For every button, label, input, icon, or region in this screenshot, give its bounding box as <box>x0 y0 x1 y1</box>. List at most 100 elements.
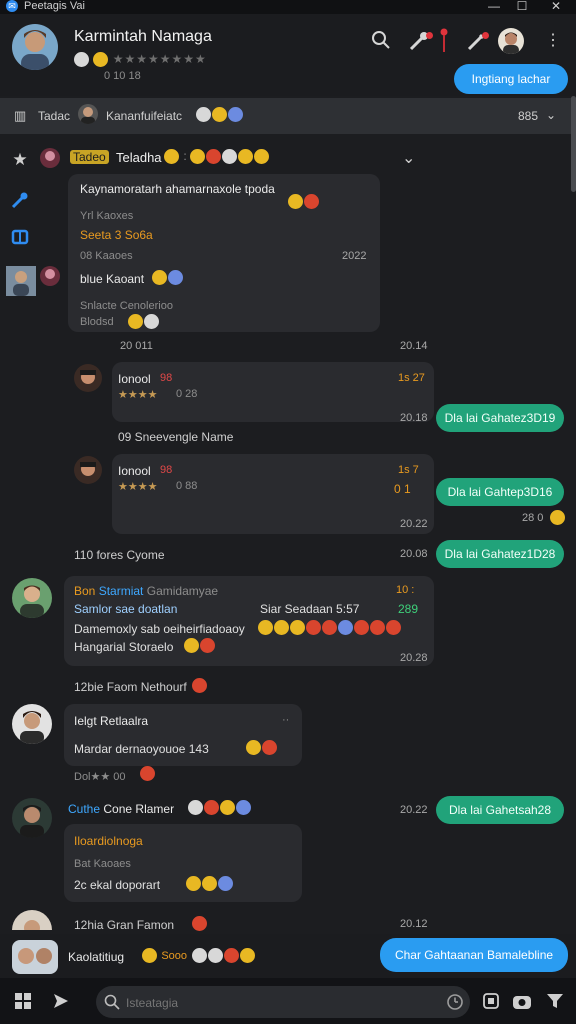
caption: 09 Sneevengle Name <box>118 430 234 444</box>
contact-name[interactable]: Kaolatitiug <box>68 950 124 964</box>
reply-bubble[interactable]: Ionool 98 ★★★★ 0 28 1s 27 20.18 <box>112 362 434 424</box>
sender-avatar[interactable] <box>12 798 52 838</box>
columns-icon[interactable]: ▥ <box>14 108 26 124</box>
bookmark-icon[interactable] <box>8 228 32 252</box>
reply-meta: 98 <box>160 372 173 384</box>
reply-stars: ★★★★ <box>118 389 158 401</box>
smile-icon <box>93 52 109 68</box>
notification-badge-2 <box>482 32 489 39</box>
reply-time: 20.18 <box>400 412 428 424</box>
search-icon[interactable] <box>370 30 392 52</box>
grid-icon[interactable] <box>14 992 32 1010</box>
contact-thumb[interactable] <box>6 266 36 296</box>
chat-header: Karmintah Namaga ★★★★★★★★ 0 10 18 ⋮ Ingt… <box>0 14 576 96</box>
contact-avatar[interactable] <box>12 940 58 974</box>
message-line: Yrl Kaoxes <box>80 210 134 222</box>
subbar-center-label[interactable]: Kananfuifeiatc <box>106 109 182 123</box>
reaction-icon <box>140 766 155 782</box>
reply-tag: 1s 27 <box>398 372 425 384</box>
rich-reactions <box>258 620 402 636</box>
reply-line: Bat Kaoaes <box>74 858 131 870</box>
minimize-button[interactable]: — <box>484 0 504 13</box>
sender-avatar[interactable] <box>12 910 52 930</box>
message-line: 08 Kaaoes <box>80 250 133 262</box>
search-bar[interactable] <box>96 986 470 1018</box>
pin-icon[interactable] <box>440 28 448 54</box>
subbar-left-label[interactable]: Tadac <box>38 109 70 123</box>
message-bubble[interactable]: Kaynamoratarh ahamarnaxole tpoda Yrl Kao… <box>68 174 380 332</box>
window-titlebar: ✉ Peetagis Vai — ☐ ✕ <box>0 0 576 14</box>
rich-tag: Bon <box>74 584 96 598</box>
contact-reactions <box>192 948 256 964</box>
mic-icon[interactable] <box>8 190 32 214</box>
reply-sender: Cuthe <box>68 802 101 816</box>
message-code: Seeta 3 So6a <box>80 228 153 242</box>
window-title: Peetagis Vai <box>24 0 85 12</box>
reply-body: Mardar dernaoyouoe 143 <box>74 742 209 756</box>
globe-icon <box>74 52 89 68</box>
star-icon[interactable]: ★ <box>8 148 32 172</box>
filter-icon[interactable] <box>546 992 564 1010</box>
reply-code: 0 1 <box>394 482 411 496</box>
rating-stars: ★★★★★★★★ <box>112 52 207 66</box>
chevron-down-icon[interactable]: ⌄ <box>546 108 556 122</box>
search-input[interactable] <box>124 992 438 1014</box>
subbar-right-label: 885 <box>518 109 539 123</box>
conversation-subbar: ▥ Tadac Kananfuifeiatc 885 ⌄ <box>0 98 576 134</box>
rich-line: Damemoxly sab oeiheirfiadoaoy <box>74 622 245 636</box>
reply-bubble[interactable]: Iloardiolnoga Bat Kaoaes 2c ekal doporar… <box>64 824 302 902</box>
group-avatar[interactable] <box>40 148 60 168</box>
more-icon[interactable]: ·· <box>282 714 289 726</box>
camera-icon[interactable] <box>512 992 532 1010</box>
scrollbar[interactable] <box>571 96 576 192</box>
rich-subtitle: Gamidamyae <box>146 584 219 598</box>
send-icon[interactable] <box>52 992 70 1010</box>
header-action-button[interactable]: Ingtiang lachar <box>454 64 568 94</box>
contact-avatar[interactable] <box>12 24 58 70</box>
message-reactions <box>128 314 160 330</box>
reaction-icon <box>550 510 565 526</box>
sent-message[interactable]: Dla lai Gahatez3D19 <box>436 404 564 432</box>
chat-action-button[interactable]: Char Gahtaanan Bamalebline <box>380 938 568 972</box>
section-time: 20.08 <box>400 548 428 560</box>
contact-name: Karmintah Namaga <box>74 28 212 45</box>
clock-icon[interactable] <box>446 993 464 1011</box>
reply-time: 20.22 <box>400 804 428 816</box>
search-icon <box>104 994 120 1010</box>
contact-rating: ★★★★★★★★ <box>74 52 207 68</box>
message-reactions <box>152 270 184 286</box>
rich-line: Hangarial Storaelo <box>74 640 174 654</box>
reply-avatar[interactable] <box>74 364 102 392</box>
reaction-icon <box>192 916 207 932</box>
reply-bubble[interactable]: Ielgt Retlaalra ·· Mardar dernaoyouoe 14… <box>64 704 302 766</box>
reply-name: Ionool <box>118 464 151 478</box>
rich-message-bubble[interactable]: Bon Starmiat Gamidamyae 10 : Samlor sae … <box>64 576 434 666</box>
sent-message[interactable]: Dla lai Gahetsah28 <box>436 796 564 824</box>
sender-avatar[interactable] <box>12 578 52 618</box>
rich-reactions <box>184 638 216 654</box>
sent-message[interactable]: Dla lai Gahtep3D16 <box>436 478 564 506</box>
message-line: Blodsd <box>80 316 114 328</box>
reply-reactions <box>186 876 234 892</box>
reply-line: Iloardiolnoga <box>74 834 143 848</box>
reply-foot: Dol★★ 00 <box>74 771 126 783</box>
sender-avatar[interactable] <box>40 266 60 286</box>
sent-time: 28 0 <box>522 512 544 524</box>
maximize-button[interactable]: ☐ <box>512 0 532 13</box>
reply-tag: 1s 7 <box>398 464 419 476</box>
reaction-icon <box>192 678 207 694</box>
time-row: 20 011 <box>120 340 153 352</box>
reply-rating: 0 88 <box>176 480 198 492</box>
chevron-down-icon[interactable]: ⌄ <box>402 148 415 168</box>
close-button[interactable]: ✕ <box>546 0 566 13</box>
kebab-icon[interactable]: ⋮ <box>542 30 564 52</box>
reply-bubble[interactable]: Ionool 98 ★★★★ 0 88 1s 7 0 1 20.22 <box>112 454 434 534</box>
square-icon[interactable] <box>482 992 500 1010</box>
sent-message[interactable]: Dla lai Gahatez1D28 <box>436 540 564 568</box>
rich-meta: 10 : <box>396 584 415 596</box>
reply-avatar[interactable] <box>74 456 102 484</box>
user-avatar[interactable] <box>498 28 524 54</box>
reply-sender-name: Cone Rlamer <box>103 802 175 816</box>
sender-avatar[interactable] <box>12 704 52 744</box>
group-name[interactable]: Teladha <box>116 150 162 165</box>
